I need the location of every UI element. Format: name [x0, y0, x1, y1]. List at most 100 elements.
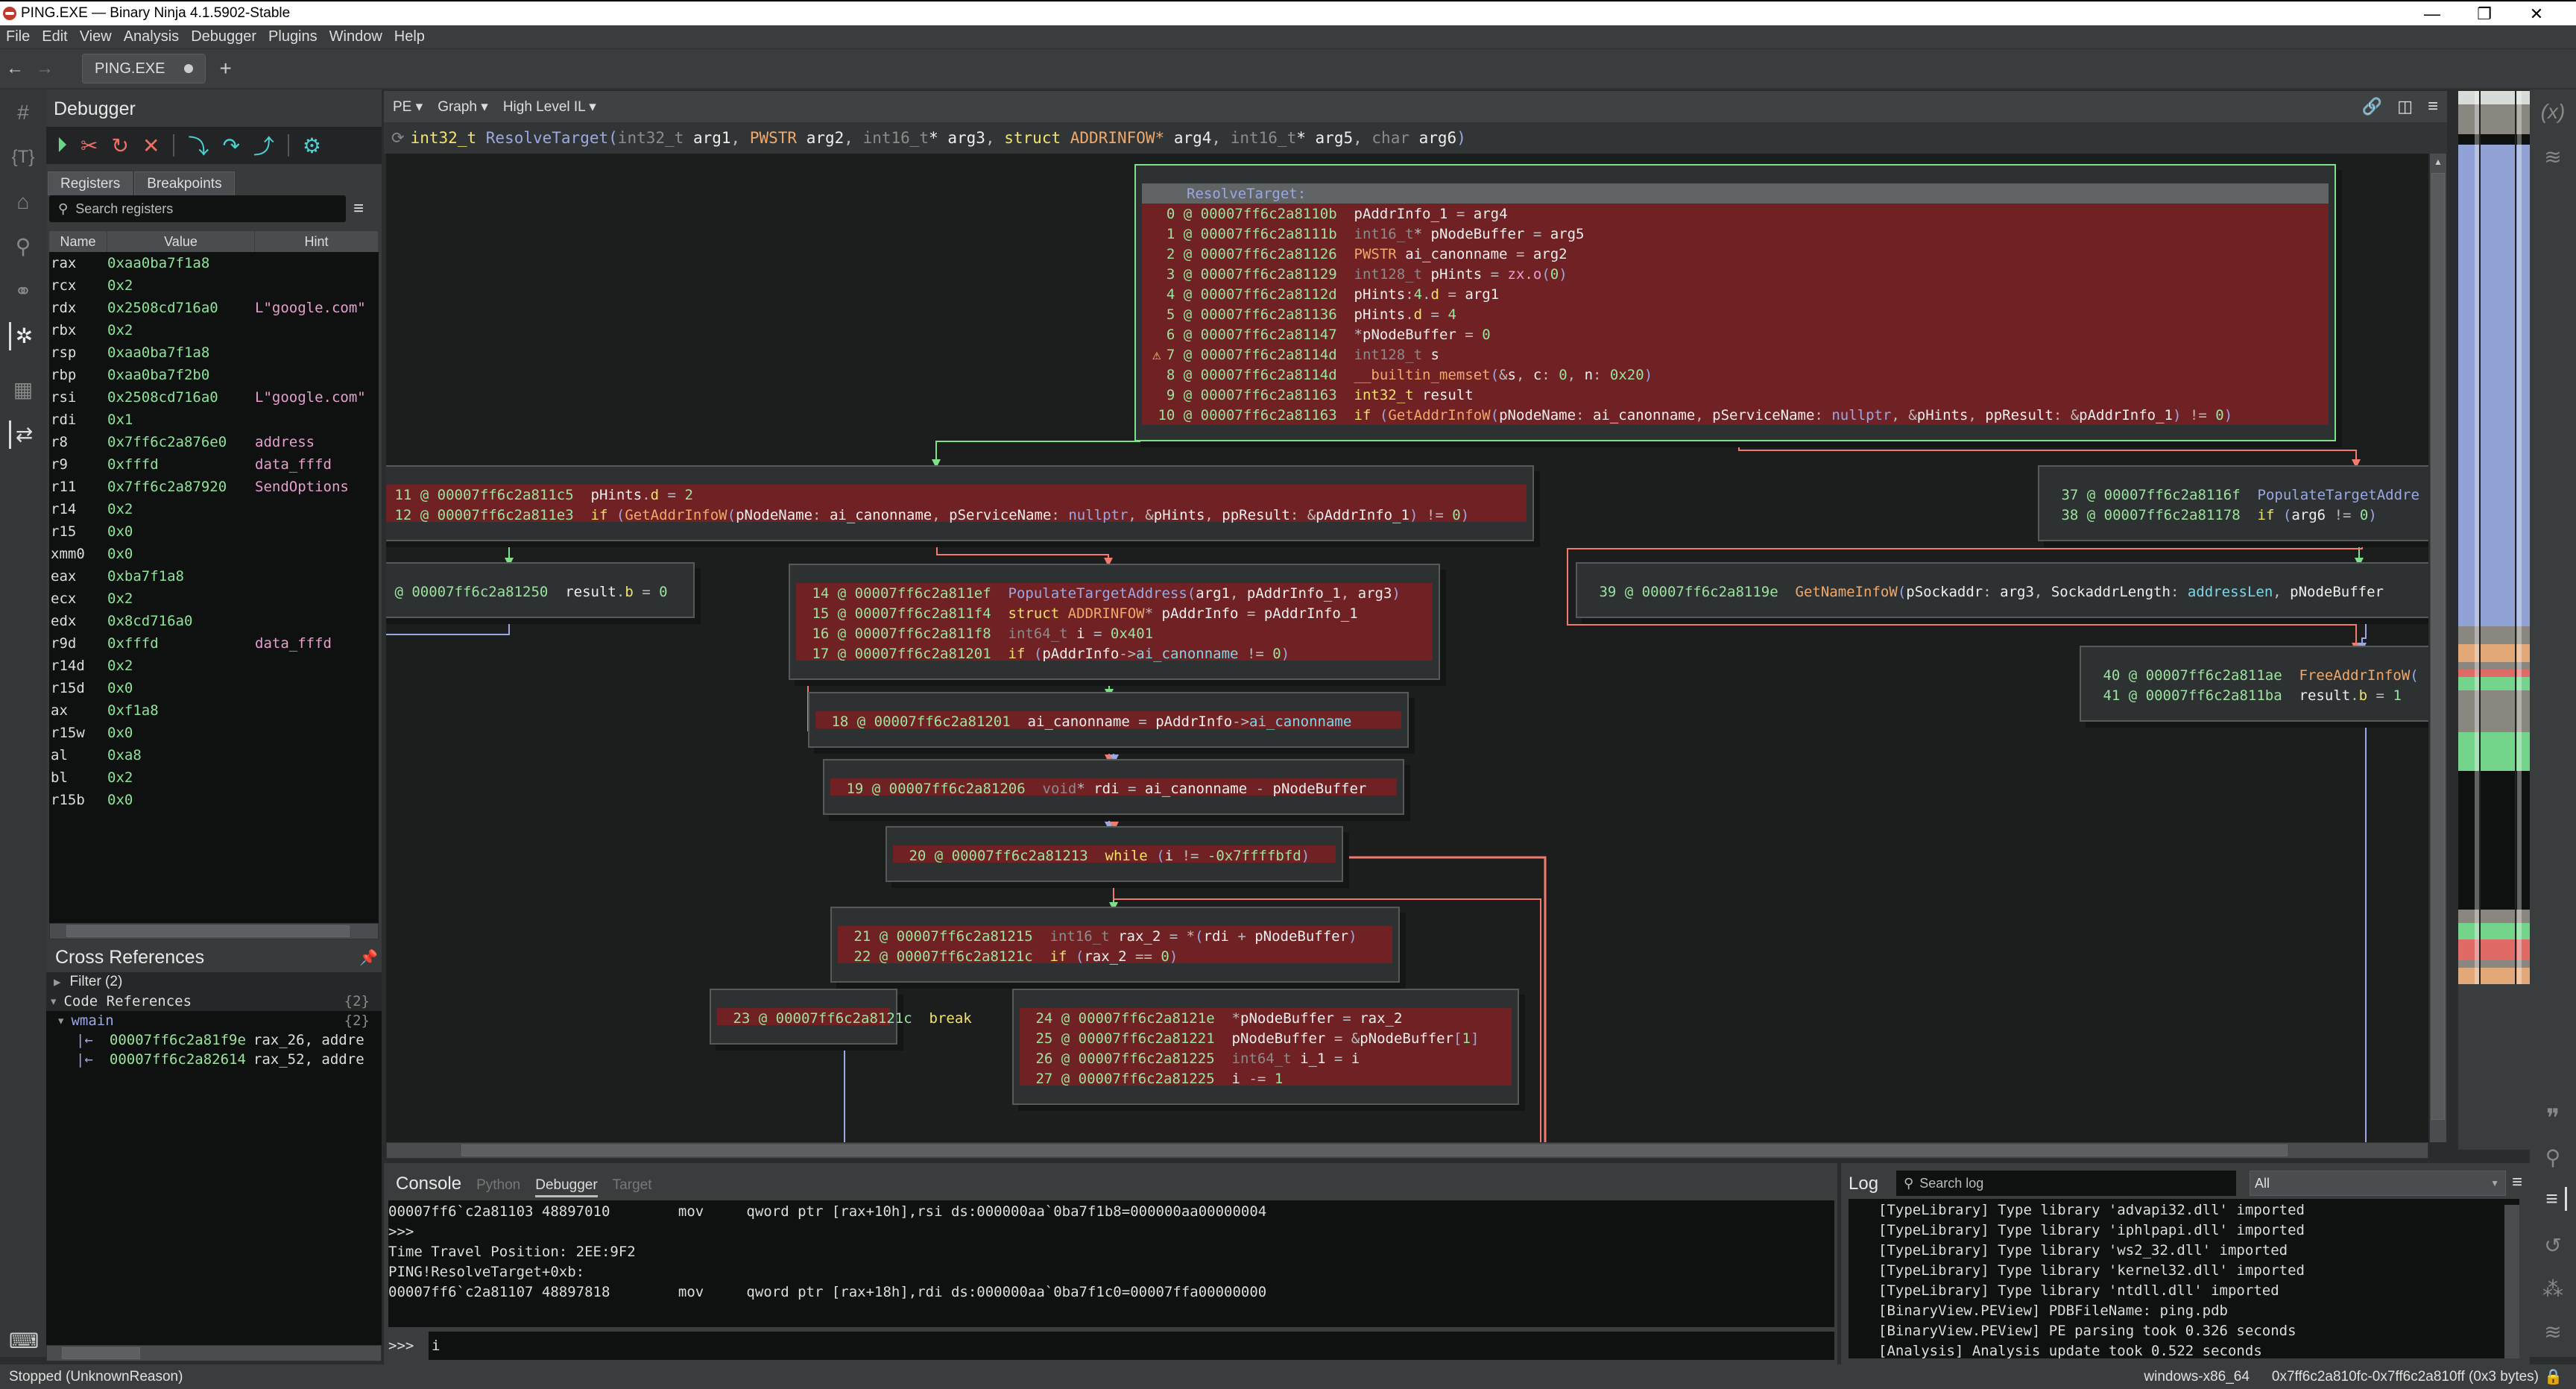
hlil-token[interactable] — [1704, 407, 1712, 423]
hlil-token[interactable]: 0x20 — [1610, 367, 1644, 383]
graph-block[interactable]: 21 @ 00007ff6c2a81215 int16_t rax_2 = *(… — [830, 907, 1400, 983]
hlil-token[interactable]: ( — [1156, 848, 1164, 864]
hlil-token[interactable]: ( — [2283, 507, 2291, 523]
hlil-token[interactable]: = — [1128, 781, 1136, 797]
hlil-token[interactable]: while — [1105, 848, 1148, 864]
hlil-token[interactable] — [607, 507, 616, 523]
hlil-token[interactable]: ) — [1392, 585, 1400, 602]
il-level-dropdown[interactable]: High Level IL ▾ — [503, 98, 596, 116]
hlil-token[interactable]: = — [1247, 605, 1255, 622]
hlil-token[interactable]: , — [932, 507, 940, 523]
il-address[interactable]: 00007ff6c2a81136 — [1201, 306, 1354, 323]
hlil-token[interactable]: 2 — [684, 487, 692, 503]
hlil-token[interactable]: = — [1143, 948, 1152, 965]
register-row[interactable]: r8 0x7ff6c2a876e0 address — [49, 431, 379, 453]
register-row[interactable]: rdx 0x2508cd716a0 L"google.com" — [49, 297, 379, 319]
menu-file[interactable]: File — [0, 28, 36, 45]
hlil-token[interactable] — [821, 507, 829, 523]
register-row[interactable]: al 0xa8 — [49, 744, 379, 766]
register-value[interactable]: 0x2508cd716a0 — [107, 389, 255, 406]
hlil-token[interactable]: c — [1533, 367, 1541, 383]
hlil-token[interactable]: = — [1431, 306, 1439, 323]
hlil-token[interactable]: int128_t — [1354, 347, 1423, 363]
menu-plugins[interactable]: Plugins — [262, 28, 323, 45]
il-address[interactable]: 00007ff6c2a811f4 — [855, 605, 1008, 622]
hlil-token[interactable]: pHints — [1431, 266, 1483, 283]
hlil-token[interactable]: pNodeBuffer — [1431, 226, 1525, 242]
hlil-token[interactable]: pHints — [1917, 407, 1969, 423]
graph-block[interactable]: 37 @ 00007ff6c2a8116f PopulateTargetAddr… — [2038, 465, 2428, 541]
hlil-token[interactable]: = — [1465, 327, 1473, 343]
hlil-token[interactable]: PopulateTargetAddress — [1008, 585, 1187, 602]
il-address[interactable]: 00007ff6c2a81129 — [1201, 266, 1354, 283]
hlil-token[interactable]: > — [1241, 714, 1249, 730]
hlil-token[interactable]: d — [1414, 306, 1422, 323]
hlil-token[interactable]: : — [812, 507, 821, 523]
il-line[interactable]: 2 @ 00007ff6c2a81126 PWSTR ai_canonname … — [1142, 244, 2329, 264]
il-code[interactable]: int16_t rax_2 = *(rdi + pNodeBuffer) — [1050, 928, 1357, 945]
il-line[interactable]: 39 @ 00007ff6c2a8119e GetNameInfoW(pSock… — [1583, 582, 2428, 602]
hlil-token[interactable]: ( — [2410, 667, 2418, 684]
hlil-token[interactable] — [1240, 1071, 1248, 1087]
il-code[interactable]: void* rdi = ai_canonname - pNodeBuffer — [1043, 781, 1367, 797]
hlil-token[interactable]: d — [1431, 286, 1439, 303]
graph-icon[interactable]: ⚭ — [9, 277, 37, 306]
hlil-token[interactable]: i — [1076, 626, 1085, 642]
il-address[interactable]: 00007ff6c2a81250 — [411, 584, 565, 600]
log-menu-icon[interactable]: ≡ — [2512, 1172, 2522, 1193]
hlil-token[interactable]: pHints — [1354, 286, 1406, 303]
hlil-token[interactable]: if — [1008, 646, 1026, 662]
hlil-token[interactable]: . — [1422, 286, 1430, 303]
hlil-token[interactable] — [1977, 407, 1985, 423]
il-line[interactable]: 19 @ 00007ff6c2a81206 void* rdi = ai_can… — [830, 778, 1397, 799]
il-code[interactable]: if (pAddrInfo->ai_canonname != 0) — [1008, 646, 1290, 662]
hlil-token[interactable]: b — [2359, 687, 2367, 704]
hlil-token[interactable]: rdi — [1204, 928, 1229, 945]
hlil-token[interactable]: = — [1533, 226, 1541, 242]
hlil-token[interactable] — [1136, 781, 1144, 797]
hlil-token[interactable] — [1524, 226, 1532, 242]
hlil-token[interactable]: = — [642, 584, 650, 600]
graph-block[interactable]: @ 00007ff6c2a81250 result.b = 0 — [386, 562, 695, 618]
hlil-token[interactable] — [1264, 646, 1272, 662]
menu-analysis[interactable]: Analysis — [118, 28, 185, 45]
il-address[interactable]: 00007ff6c2a81206 — [889, 781, 1043, 797]
location-icon[interactable]: ⚲ — [9, 233, 37, 261]
register-value[interactable]: 0x8cd716a0 — [107, 613, 255, 629]
hlil-token[interactable]: int128_t — [1354, 266, 1423, 283]
il-code[interactable]: int64_t i = 0x401 — [1008, 626, 1154, 642]
hlil-token[interactable]: 1 — [2393, 687, 2401, 704]
hlil-token[interactable] — [1213, 507, 1222, 523]
register-row[interactable]: rax 0xaa0ba7f1a8 — [49, 252, 379, 274]
hlil-token[interactable] — [1137, 507, 1145, 523]
hlil-token[interactable]: pNodeBuffer — [1240, 1010, 1334, 1027]
register-hscrollbar[interactable] — [49, 923, 379, 939]
resume-icon[interactable]: ⏵ — [57, 133, 67, 158]
hlil-token[interactable]: & — [1145, 507, 1153, 523]
hlil-token[interactable]: = — [1448, 286, 1456, 303]
il-address[interactable]: 00007ff6c2a8110b — [1201, 206, 1354, 222]
il-code[interactable]: pHints.d = 4 — [1354, 306, 1456, 323]
hlil-token[interactable] — [1255, 605, 1263, 622]
hlil-token[interactable] — [1422, 347, 1430, 363]
hlil-token[interactable]: = — [1342, 1010, 1351, 1027]
hlil-token[interactable] — [1584, 407, 1592, 423]
hlil-token[interactable]: , — [2034, 584, 2042, 600]
graph-block[interactable]: 14 @ 00007ff6c2a811ef PopulateTargetAddr… — [789, 564, 1440, 680]
hlil-token[interactable]: pNodeBuffer — [2290, 584, 2384, 600]
hlil-token[interactable]: pServiceName — [949, 507, 1051, 523]
log-icon[interactable]: ≡ — [2539, 1187, 2567, 1211]
hlil-token[interactable]: pNodeBuffer — [1254, 928, 1348, 945]
register-value[interactable]: 0x2 — [107, 769, 255, 786]
type-icon[interactable]: {T} — [9, 143, 37, 171]
hlil-token[interactable] — [1130, 714, 1138, 730]
register-row[interactable]: rdi 0x1 — [49, 409, 379, 431]
hlil-token[interactable]: s — [1431, 347, 1439, 363]
hlil-token[interactable]: ( — [1491, 407, 1499, 423]
step-into-icon[interactable]: ⤵ — [188, 130, 209, 160]
hlil-token[interactable] — [1110, 928, 1118, 945]
col-name[interactable]: Name — [49, 231, 107, 252]
hlil-token[interactable]: ai_canonname — [1028, 714, 1130, 730]
hlil-token[interactable]: ( — [1898, 584, 1906, 600]
hlil-token[interactable]: o — [1533, 266, 1541, 283]
